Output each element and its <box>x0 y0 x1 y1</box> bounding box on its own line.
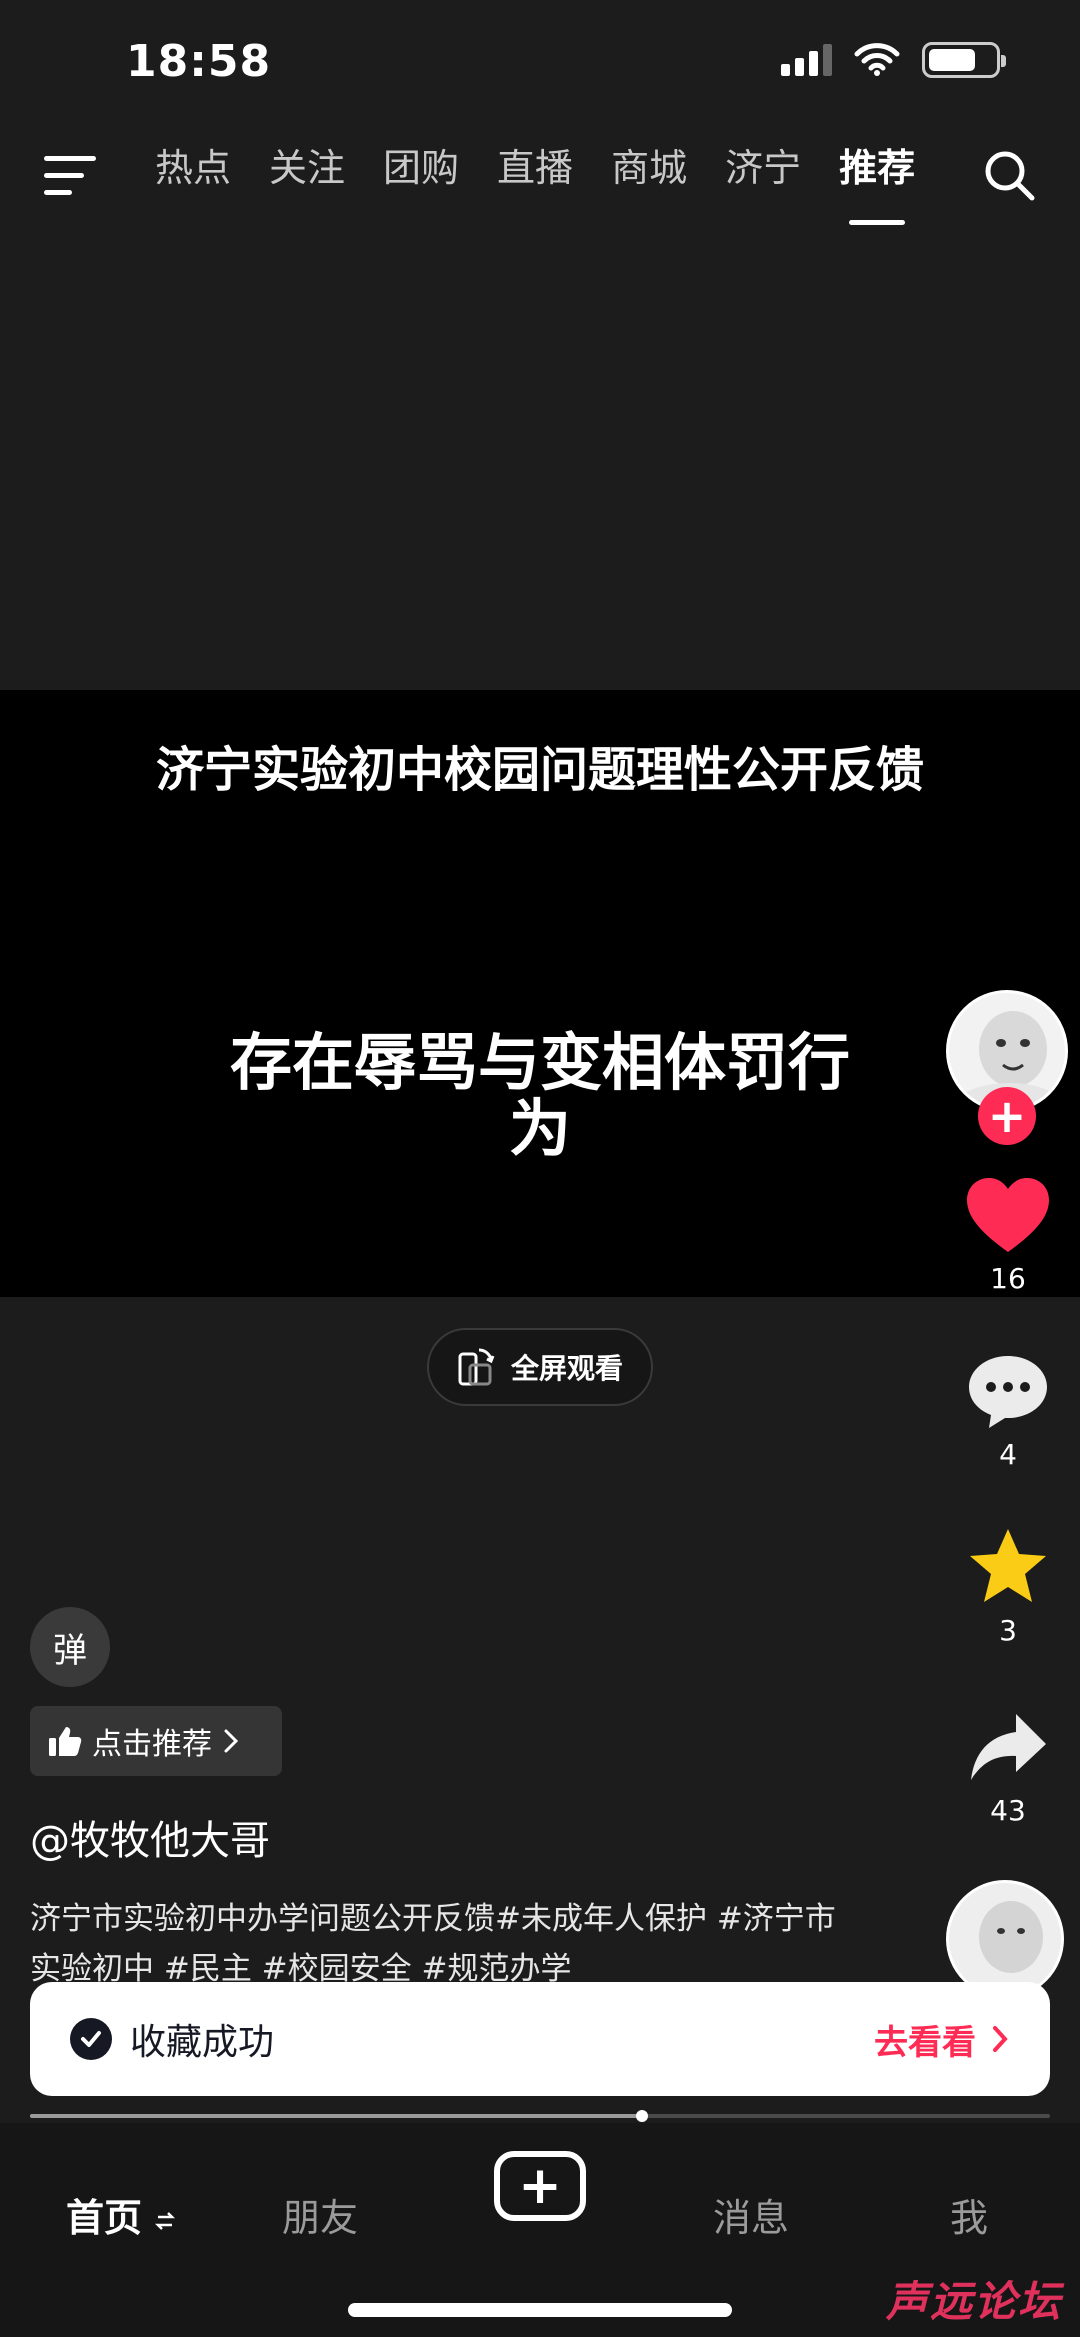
thumbs-up-icon <box>49 1727 82 1756</box>
chevron-right-icon <box>993 2026 1008 2052</box>
toast-text: 收藏成功 <box>130 2022 275 2063</box>
progress-fill <box>30 2114 642 2118</box>
like-button[interactable]: 16 <box>960 1176 1056 1295</box>
tab-bar: 热点 关注 团购 直播 商城 济宁 推荐 <box>155 140 915 225</box>
video-title: 济宁实验初中校园问题理性公开反馈 <box>155 742 924 798</box>
nav-me[interactable]: 我 <box>950 2187 988 2242</box>
tab-1[interactable]: 关注 <box>269 140 345 210</box>
menu-icon[interactable] <box>44 154 96 198</box>
battery-icon <box>922 42 1006 78</box>
follow-button[interactable]: + <box>978 1087 1036 1145</box>
like-count: 16 <box>990 1262 1026 1295</box>
nav-home-label: 首页 <box>66 2196 143 2240</box>
tab-6[interactable]: 推荐 <box>839 140 915 225</box>
share-arrow-icon <box>971 1714 1046 1780</box>
comment-button[interactable]: 4 <box>960 1352 1056 1471</box>
share-count: 43 <box>990 1794 1026 1827</box>
video-description[interactable]: 济宁市实验初中办学问题公开反馈#未成年人保护 #济宁市实验初中 #民主 #校园安… <box>30 1894 860 1986</box>
recommend-button[interactable]: 点击推荐 <box>30 1706 282 1776</box>
chevron-right-icon <box>224 1729 239 1753</box>
danmu-toggle[interactable]: 弹 <box>30 1607 110 1687</box>
tab-3[interactable]: 直播 <box>497 140 573 210</box>
heart-icon <box>967 1178 1049 1252</box>
home-indicator <box>348 2303 732 2317</box>
toast-favorited: 收藏成功 去看看 <box>30 1982 1050 2096</box>
cellular-signal-icon <box>781 44 832 76</box>
tab-5[interactable]: 济宁 <box>725 140 801 210</box>
video-player[interactable]: 济宁实验初中校园问题理性公开反馈 存在辱骂与变相体罚行为 <box>0 690 1080 1297</box>
check-icon <box>70 2018 112 2060</box>
rotate-screen-icon <box>458 1348 495 1386</box>
nav-friends[interactable]: 朋友 <box>282 2187 358 2242</box>
nav-home[interactable]: 首页 <box>66 2187 176 2242</box>
nav-messages[interactable]: 消息 <box>713 2187 789 2242</box>
fullscreen-label: 全屏观看 <box>511 1352 624 1385</box>
comment-count: 4 <box>999 1438 1017 1471</box>
status-icons <box>781 42 1006 78</box>
author-name[interactable]: @牧牧他大哥 <box>30 1808 270 1866</box>
fullscreen-button[interactable]: 全屏观看 <box>427 1328 653 1406</box>
tab-0[interactable]: 热点 <box>155 140 231 210</box>
swap-arrows-icon <box>155 2211 176 2230</box>
top-nav: 热点 关注 团购 直播 商城 济宁 推荐 <box>0 140 1080 230</box>
comment-icon <box>969 1356 1047 1428</box>
progress-knob[interactable] <box>636 2110 648 2122</box>
create-button[interactable]: + <box>494 2151 586 2221</box>
toast-action-label: 去看看 <box>874 2022 976 2063</box>
share-button[interactable]: 43 <box>960 1710 1056 1827</box>
video-progress-bar[interactable] <box>30 2110 1050 2122</box>
tab-2[interactable]: 团购 <box>383 140 459 210</box>
plus-icon: + <box>518 2156 562 2216</box>
star-icon <box>970 1529 1046 1602</box>
danmu-label: 弹 <box>53 1630 87 1671</box>
wifi-icon <box>854 43 900 76</box>
music-avatar-icon <box>979 1901 1043 1973</box>
video-subtitle: 存在辱骂与变相体罚行为 <box>229 1026 850 1165</box>
music-disc[interactable] <box>946 1880 1064 1998</box>
watermark-logo: 声远论坛 <box>885 2277 1062 2326</box>
status-time: 18:58 <box>126 36 272 87</box>
toast-view-button[interactable]: 去看看 <box>874 2015 1010 2064</box>
favorite-count: 3 <box>999 1614 1017 1647</box>
tab-4[interactable]: 商城 <box>611 140 687 210</box>
favorite-button[interactable]: 3 <box>960 1526 1056 1647</box>
recommend-label: 点击推荐 <box>92 1727 212 1762</box>
search-icon[interactable] <box>982 148 1036 202</box>
